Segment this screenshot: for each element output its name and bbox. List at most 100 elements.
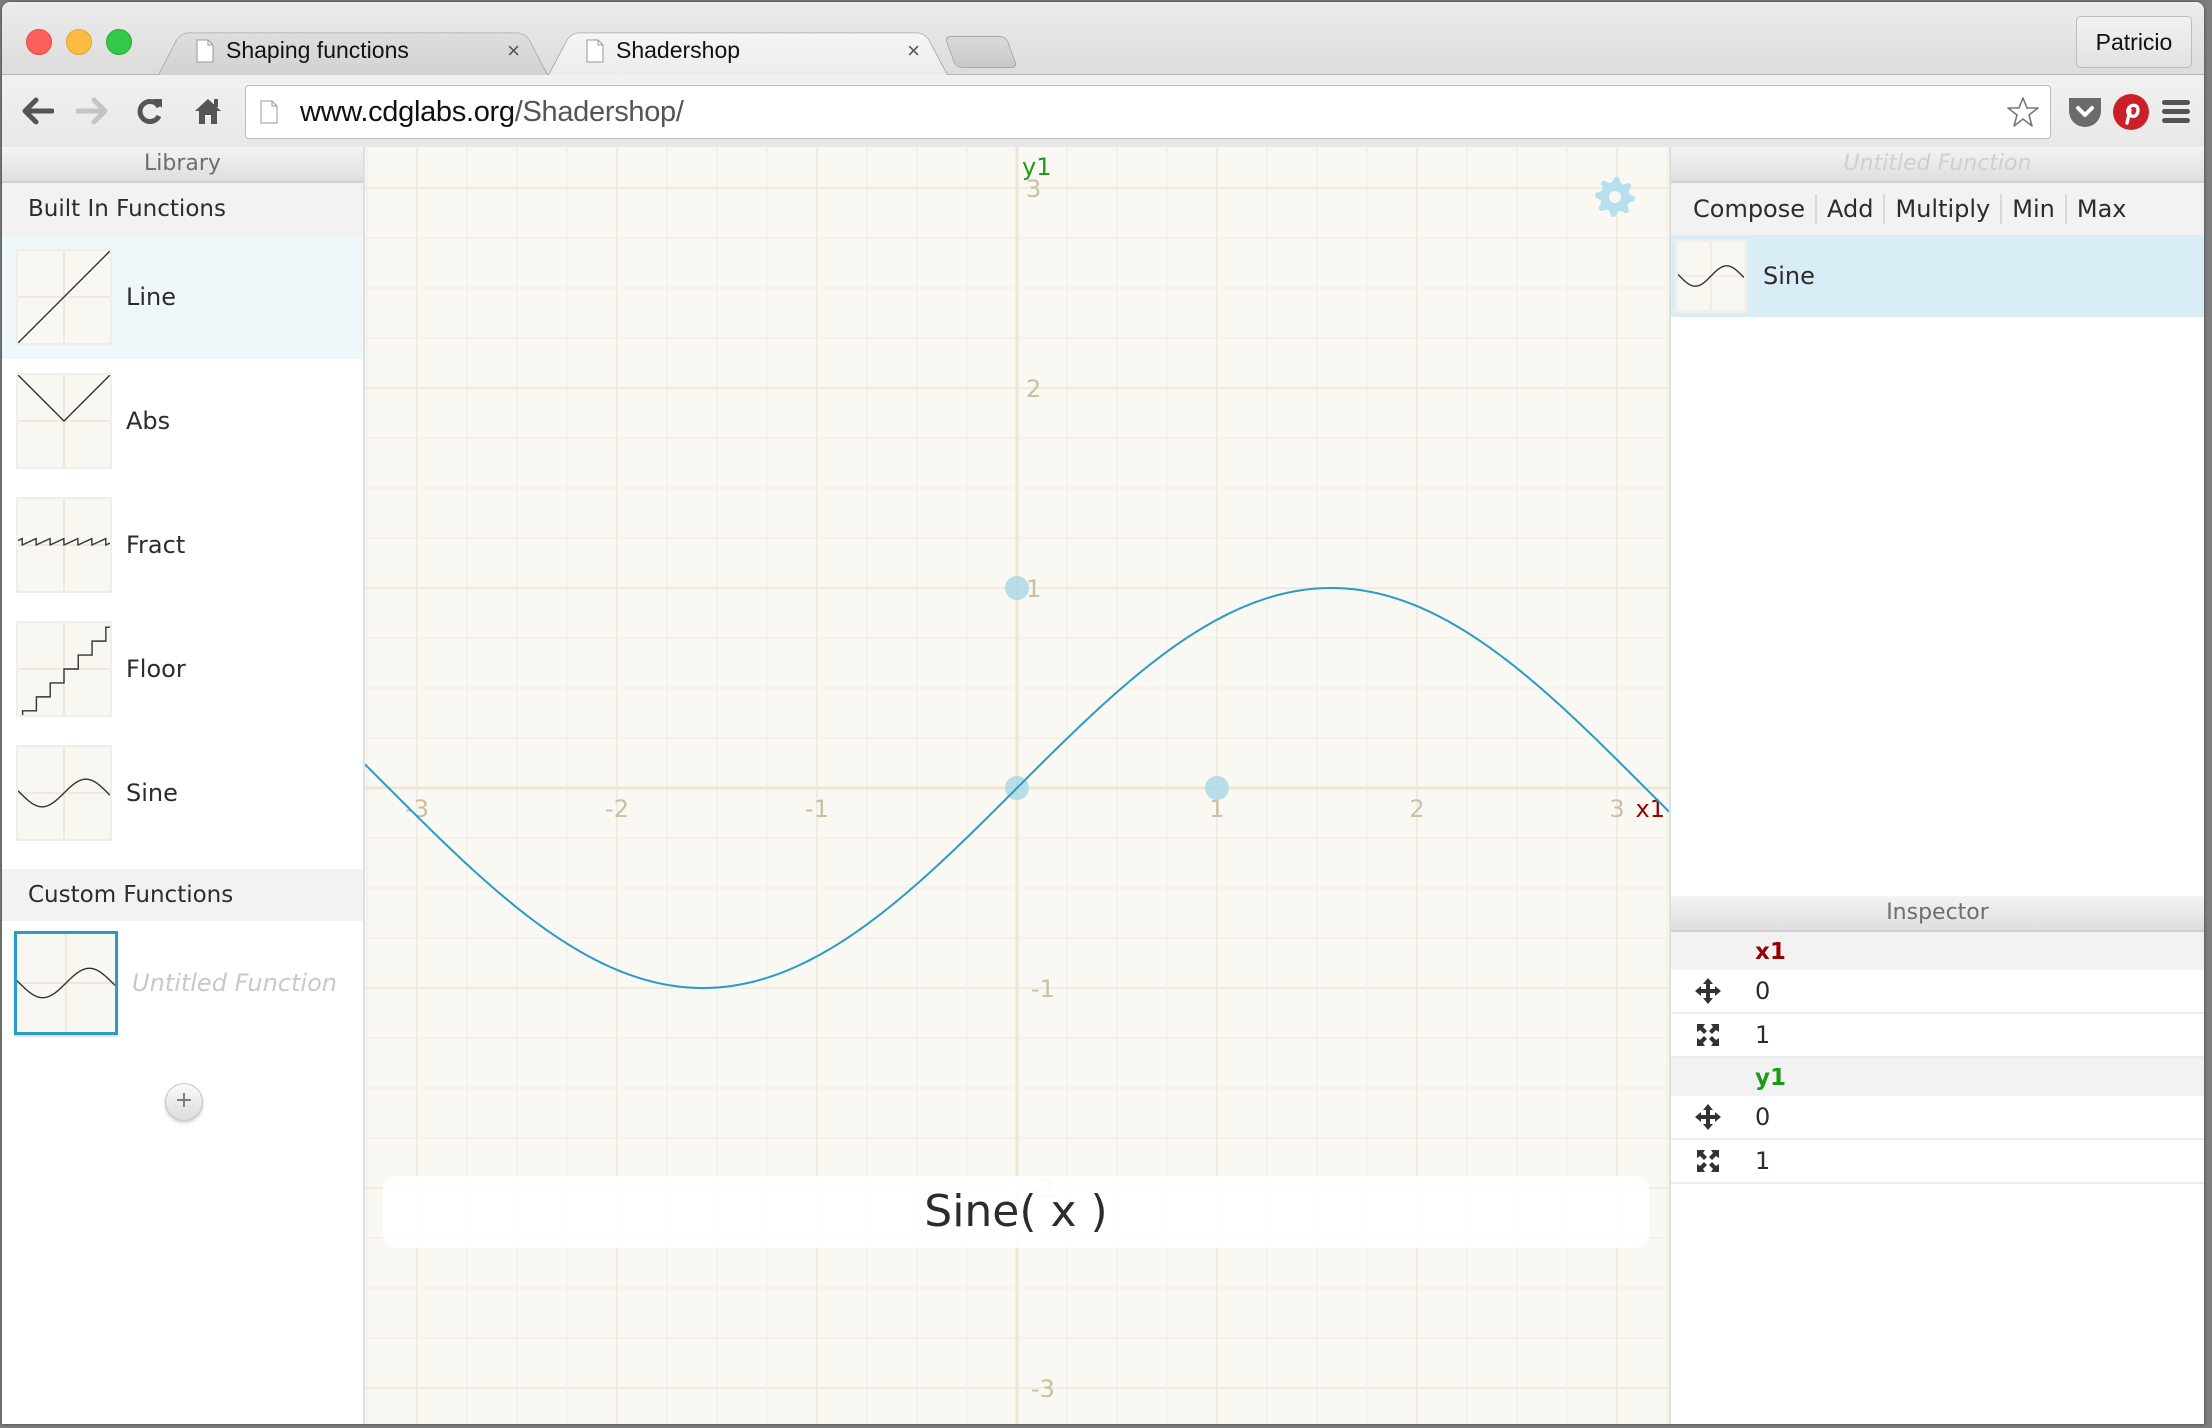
function-editor-panel: Untitled Function Compose Add Multiply Min M… — [1669, 147, 2204, 1424]
profile-button[interactable]: Patricio — [2076, 16, 2192, 68]
y-tick-label: -3 — [1031, 1375, 1055, 1403]
star-icon[interactable] — [2006, 96, 2040, 128]
sine-graph-icon — [17, 934, 115, 1032]
function-thumbnail — [16, 745, 112, 841]
tab-shadershop[interactable]: Shadershop × — [548, 26, 948, 75]
tab-title: Shadershop — [616, 37, 741, 63]
page-icon — [260, 100, 278, 124]
formula-display[interactable]: Sine( x ) — [383, 1176, 1649, 1248]
library-item-abs[interactable]: Abs — [2, 359, 363, 483]
x-tick-label: 3 — [1609, 795, 1624, 823]
reload-button[interactable] — [132, 93, 168, 129]
pinterest-icon — [2113, 94, 2149, 130]
pocket-button[interactable] — [2065, 92, 2105, 132]
combinator-compose-button[interactable]: Compose — [1693, 194, 1818, 224]
function-name: Sine — [1763, 262, 1815, 290]
expand-arrows-icon[interactable] — [1693, 1149, 1723, 1173]
function-name: Fract — [126, 531, 186, 559]
custom-functions-header: Custom Functions — [2, 869, 363, 921]
tab-strip: Shaping functions × Shadershop × Patrici… — [2, 2, 2204, 75]
function-thumbnail — [1675, 239, 1747, 313]
x-tick-label: -2 — [605, 795, 629, 823]
drag-handle[interactable] — [1005, 576, 1029, 600]
combinator-add-button[interactable]: Add — [1817, 194, 1886, 224]
function-name[interactable]: Untitled Function — [132, 969, 337, 997]
combinator-max-button[interactable]: Max — [2067, 194, 2137, 224]
arrow-right-icon — [76, 97, 108, 125]
menu-button[interactable] — [2156, 92, 2196, 132]
page-icon — [586, 39, 604, 62]
y-tick-label: -1 — [1031, 975, 1055, 1003]
inspector-translate-value[interactable]: 0 — [1755, 1103, 1770, 1131]
inspector-scale-value[interactable]: 1 — [1755, 1147, 1770, 1175]
function-name: Floor — [126, 655, 186, 683]
inspector-variable-x1: x1 — [1671, 932, 2204, 970]
sine-graph-icon — [1678, 242, 1744, 310]
add-function-button[interactable]: + — [165, 1083, 203, 1121]
sine-graph-icon — [18, 747, 110, 839]
pinterest-button[interactable] — [2111, 92, 2151, 132]
x-tick-label: 2 — [1409, 795, 1424, 823]
expand-arrows-icon[interactable] — [1693, 1023, 1723, 1047]
inspector-scale-value[interactable]: 1 — [1755, 1021, 1770, 1049]
function-thumbnail — [16, 497, 112, 593]
y-axis-label: y1 — [1022, 153, 1051, 181]
tab-shaping-functions[interactable]: Shaping functions × — [158, 26, 548, 75]
function-title[interactable]: Untitled Function — [1671, 147, 2204, 183]
tab-title: Shaping functions — [226, 37, 409, 63]
shadershop-app: Library Built In Functions Line Abs Fract F… — [2, 147, 2204, 1424]
inspector-body: x1 0 1 y1 0 1 — [1671, 932, 2204, 1184]
function-thumbnail — [14, 931, 118, 1035]
new-tab-button[interactable] — [944, 36, 1018, 68]
library-item-floor[interactable]: Floor — [2, 607, 363, 731]
inspector-panel: Inspector x1 0 1 y1 0 1 — [1671, 896, 2204, 1184]
custom-function-list: Untitled Function — [2, 921, 363, 1045]
drag-handle[interactable] — [1205, 776, 1229, 800]
gear-icon[interactable] — [1594, 176, 1636, 218]
function-thumbnail — [16, 373, 112, 469]
tab-close-icon[interactable]: × — [907, 38, 920, 64]
library-header: Library — [2, 147, 363, 183]
move-arrows-icon[interactable] — [1693, 1103, 1723, 1131]
browser-window: Shaping functions × Shadershop × Patrici… — [2, 2, 2204, 1424]
back-button[interactable] — [20, 93, 56, 129]
graph-canvas[interactable]: -3-2-1123321-1-2-3x1y1 Sine( x ) — [365, 147, 1669, 1424]
combinator-multiply-button[interactable]: Multiply — [1885, 194, 2003, 224]
function-name: Sine — [126, 779, 178, 807]
pocket-icon — [2069, 98, 2101, 127]
x-axis-label: x1 — [1636, 795, 1665, 823]
combinator-toolbar: Compose Add Multiply Min Max — [1671, 183, 2204, 235]
library-item-sine[interactable]: Sine — [2, 731, 363, 855]
inspector-translate-row: 0 — [1671, 1096, 2204, 1140]
zoom-window-button[interactable] — [106, 29, 132, 55]
address-bar[interactable]: www.cdglabs.org/Shadershop/ — [245, 85, 2051, 139]
abs-graph-icon — [18, 375, 110, 467]
child-function-sine[interactable]: Sine — [1671, 235, 2204, 317]
inspector-variable-y1: y1 — [1671, 1058, 2204, 1096]
close-window-button[interactable] — [26, 29, 52, 55]
function-thumbnail — [16, 249, 112, 345]
library-item-line[interactable]: Line — [2, 235, 363, 359]
inspector-scale-row: 1 — [1671, 1014, 2204, 1058]
home-button[interactable] — [190, 93, 226, 129]
function-thumbnail — [16, 621, 112, 717]
move-arrows-icon[interactable] — [1693, 977, 1723, 1005]
tab-close-icon[interactable]: × — [507, 38, 520, 64]
inspector-scale-row: 1 — [1671, 1140, 2204, 1184]
combinator-min-button[interactable]: Min — [2002, 194, 2067, 224]
home-icon — [195, 99, 221, 124]
hamburger-menu-icon — [2162, 100, 2190, 123]
fract-graph-icon — [18, 499, 110, 591]
forward-button[interactable] — [74, 93, 110, 129]
custom-function-item[interactable]: Untitled Function — [2, 921, 363, 1045]
minimize-window-button[interactable] — [66, 29, 92, 55]
library-item-fract[interactable]: Fract — [2, 483, 363, 607]
inspector-translate-value[interactable]: 0 — [1755, 977, 1770, 1005]
x-tick-label: -1 — [805, 795, 829, 823]
url-text: www.cdglabs.org/Shadershop/ — [300, 96, 684, 129]
floor-graph-icon — [18, 623, 110, 715]
page-icon — [196, 39, 214, 62]
y-tick-label: 2 — [1026, 375, 1041, 403]
reload-icon — [137, 99, 162, 124]
